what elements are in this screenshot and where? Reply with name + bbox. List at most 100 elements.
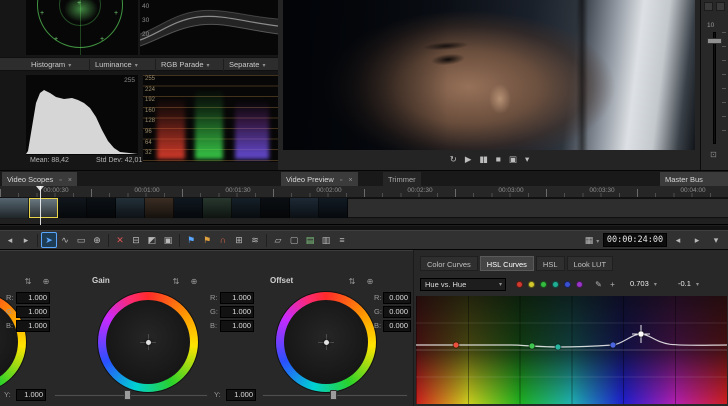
audio-track-lane[interactable] (0, 219, 728, 225)
red-value-field[interactable]: 0.000 (383, 292, 411, 304)
timeline-event-thumbnail[interactable] (58, 198, 87, 218)
hue-swatch[interactable] (564, 281, 571, 288)
float-window-icon[interactable]: ▫ (59, 177, 61, 184)
sliders-icon[interactable]: ⇅ (346, 276, 358, 288)
green-value-field[interactable]: 1.000 (16, 306, 50, 318)
delete-button[interactable]: ✕ (112, 232, 128, 248)
hue-curve-editor[interactable] (416, 296, 727, 404)
track-list-button[interactable]: ▤ (302, 232, 318, 248)
snap-toggle-button[interactable]: ∩ (215, 232, 231, 248)
timeline-event-thumbnail[interactable] (203, 198, 232, 218)
tab-color-curves[interactable]: Color Curves (420, 256, 478, 271)
blue-value-field[interactable]: 1.000 (220, 320, 254, 332)
ripple-edit-toggle[interactable]: ≋ (247, 232, 263, 248)
stop-button[interactable]: ■ (496, 154, 500, 164)
scope-b-mode-select[interactable]: Separate▾ (226, 59, 278, 71)
reset-wheel-icon[interactable]: ⊕ (40, 276, 52, 288)
reset-wheel-icon[interactable]: ⊕ (188, 276, 200, 288)
pause-button[interactable]: ▮▮ (479, 154, 486, 165)
step-back-button[interactable]: ◂ (670, 232, 686, 248)
loop-playback-button[interactable]: ↻ (450, 154, 456, 165)
tab-look-lut[interactable]: Look LUT (567, 256, 614, 271)
luma-slider-handle[interactable] (124, 390, 131, 400)
normal-edit-tool[interactable]: ➤ (41, 232, 57, 248)
scope-a-mode-select[interactable]: Luminance▾ (92, 59, 156, 71)
grid-toggle-button[interactable]: ⊞ (231, 232, 247, 248)
scope-a-select[interactable]: Histogram▾ (28, 59, 90, 71)
selection-edit-tool[interactable]: ▭ (73, 232, 89, 248)
hue-swatch[interactable] (528, 281, 535, 288)
eyedropper-icon[interactable]: ✎ (592, 278, 605, 291)
sliders-icon[interactable]: ⇅ (22, 276, 34, 288)
insert-marker-button[interactable]: ⚑ (183, 232, 199, 248)
hue-swatch[interactable] (576, 281, 583, 288)
meter-option-button[interactable] (716, 2, 725, 11)
timeline-event-thumbnail[interactable] (232, 198, 261, 218)
gain-color-wheel[interactable] (98, 292, 198, 392)
timeline-event-thumbnail[interactable] (116, 198, 145, 218)
timeline-event-thumbnail[interactable] (319, 198, 348, 218)
tab-hsl-curves[interactable]: HSL Curves (480, 256, 534, 271)
timeline-event-thumbnail[interactable] (87, 198, 116, 218)
meter-option-button[interactable] (704, 2, 713, 11)
tab-video-preview[interactable]: Video Preview ▫ × (281, 172, 358, 187)
mute-button[interactable]: ◩ (144, 232, 160, 248)
pan-left-button[interactable]: ◂ (2, 232, 18, 248)
blue-value-field[interactable]: 0.000 (383, 320, 411, 332)
green-value-field[interactable]: 1.000 (220, 306, 254, 318)
timeline-event-thumbnail[interactable] (0, 198, 29, 218)
timeline-event-thumbnail[interactable] (261, 198, 290, 218)
luma-slider-handle[interactable] (330, 390, 337, 400)
luma-slider-track[interactable] (54, 394, 208, 397)
lock-icon[interactable]: ⊡ (710, 150, 717, 159)
wheel-position-dot[interactable] (146, 340, 151, 345)
tab-trimmer[interactable]: Trimmer (383, 172, 421, 187)
curve-point[interactable] (610, 342, 616, 348)
hue-swatch[interactable] (540, 281, 547, 288)
offset-color-wheel[interactable] (276, 292, 376, 392)
master-fader-track[interactable] (713, 32, 716, 144)
copy-snapshot-button[interactable]: ▣ (509, 154, 516, 165)
timeline-event-thumbnail[interactable] (145, 198, 174, 218)
green-value-field[interactable]: 0.000 (383, 306, 411, 318)
zoom-edit-tool[interactable]: ⊕ (89, 232, 105, 248)
track-layout-button[interactable]: ▦▾ (584, 232, 600, 248)
event-fx-button[interactable]: ≡ (334, 232, 350, 248)
group-events-button[interactable]: ▢ (286, 232, 302, 248)
split-button[interactable]: ⊟ (128, 232, 144, 248)
close-icon[interactable]: × (68, 177, 72, 184)
cursor-time-display[interactable]: 00:00:24:00 (603, 233, 667, 247)
float-window-icon[interactable]: ▫ (340, 177, 342, 184)
envelope-edit-tool[interactable]: ∿ (57, 232, 73, 248)
reset-wheel-icon[interactable]: ⊕ (364, 276, 376, 288)
tab-master-bus[interactable]: Master Bus (660, 172, 728, 187)
lock-button[interactable]: ▣ (160, 232, 176, 248)
close-icon[interactable]: × (348, 177, 352, 184)
tab-video-scopes[interactable]: Video Scopes ▫ × (2, 172, 77, 187)
play-button[interactable]: ▶ (465, 154, 471, 165)
red-value-field[interactable]: 1.000 (220, 292, 254, 304)
timeline-event-thumbnail[interactable] (29, 198, 58, 218)
scope-b-select[interactable]: RGB Parade▾ (158, 59, 224, 71)
curve-point[interactable] (529, 343, 535, 349)
luma-value-field[interactable]: 1.000 (16, 389, 46, 401)
point-value-field[interactable]: 0.703 ▾ (630, 279, 657, 288)
mixer-button[interactable]: ▥ (318, 232, 334, 248)
timeline-event-thumbnail[interactable] (290, 198, 319, 218)
pan-right-button[interactable]: ▸ (18, 232, 34, 248)
point-offset-field[interactable]: -0.1 ▾ (678, 279, 699, 288)
tab-hsl[interactable]: HSL (536, 256, 565, 271)
master-fader-handle[interactable] (707, 38, 722, 44)
step-forward-button[interactable]: ▸ (689, 232, 705, 248)
curve-point-selected[interactable] (638, 331, 644, 337)
sliders-icon[interactable]: ⇅ (170, 276, 182, 288)
timeline-event-thumbnail[interactable] (174, 198, 203, 218)
curve-point[interactable] (555, 344, 561, 350)
timeline-ruler[interactable]: 00:00:3000:01:0000:01:3000:02:0000:02:30… (0, 186, 728, 198)
toolbar-menu-dropdown[interactable]: ▾ (708, 232, 724, 248)
wheel-position-dot[interactable] (324, 340, 329, 345)
preview-options-dropdown[interactable]: ▾ (525, 154, 528, 165)
curve-point[interactable] (453, 342, 459, 348)
luma-value-field[interactable]: 1.000 (226, 389, 256, 401)
red-value-field[interactable]: 1.000 (16, 292, 50, 304)
